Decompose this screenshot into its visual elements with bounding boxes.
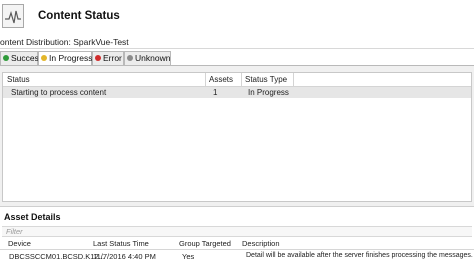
- column-header-last-status-time[interactable]: Last Status Time: [93, 239, 149, 248]
- pulse-chart-icon: [5, 10, 21, 24]
- page-title: Content Status: [38, 10, 120, 22]
- column-header-status-type[interactable]: Status Type: [245, 75, 287, 84]
- column-divider[interactable]: [205, 73, 206, 86]
- app-icon: [2, 4, 24, 28]
- in-progress-dot-icon: [41, 55, 47, 61]
- tab-label: In Progress: [49, 53, 93, 63]
- column-header-description[interactable]: Description: [242, 239, 280, 248]
- success-dot-icon: [3, 55, 9, 61]
- tab-success[interactable]: Success: [0, 51, 43, 65]
- grid-header: Status Assets Status Type: [3, 73, 471, 87]
- tab-error[interactable]: Error: [92, 51, 124, 65]
- table-row[interactable]: Starting to process content 1 In Progres…: [3, 87, 471, 98]
- row-status: Starting to process content: [11, 88, 107, 97]
- row-assets: 1: [213, 88, 218, 97]
- cell-description: Detail will be available after the serve…: [246, 252, 473, 259]
- column-divider[interactable]: [293, 73, 294, 86]
- column-header-group-targeted[interactable]: Group Targeted: [179, 239, 231, 248]
- cell-device: DBCSSCCM01.BCSD.K12...: [9, 252, 105, 261]
- filter-box[interactable]: [2, 226, 474, 237]
- error-dot-icon: [95, 55, 101, 61]
- status-grid[interactable]: Status Assets Status Type Starting to pr…: [2, 72, 472, 202]
- asset-details-title: Asset Details: [4, 212, 61, 222]
- tab-label: Error: [103, 53, 122, 63]
- column-divider[interactable]: [241, 73, 242, 86]
- table-row[interactable]: DBCSSCCM01.BCSD.K12... 11/7/2016 4:40 PM…: [0, 251, 474, 262]
- tab-in-progress[interactable]: In Progress: [38, 51, 92, 66]
- distribution-subtitle: ontent Distribution: SparkVue-Test: [0, 37, 129, 47]
- header-divider: [0, 48, 474, 49]
- tab-label: Unknown: [135, 53, 171, 63]
- filter-input[interactable]: [2, 227, 474, 236]
- column-header-device[interactable]: Device: [8, 239, 31, 248]
- row-status-type: In Progress: [248, 88, 289, 97]
- asset-grid-header: Device Last Status Time Group Targeted D…: [0, 238, 474, 250]
- column-header-status[interactable]: Status: [7, 75, 30, 84]
- section-divider[interactable]: [0, 206, 474, 207]
- unknown-dot-icon: [127, 55, 133, 61]
- tab-unknown[interactable]: Unknown: [124, 51, 171, 65]
- cell-group-targeted: Yes: [182, 252, 195, 261]
- cell-last-status-time: 11/7/2016 4:40 PM: [93, 252, 156, 261]
- column-header-assets[interactable]: Assets: [209, 75, 233, 84]
